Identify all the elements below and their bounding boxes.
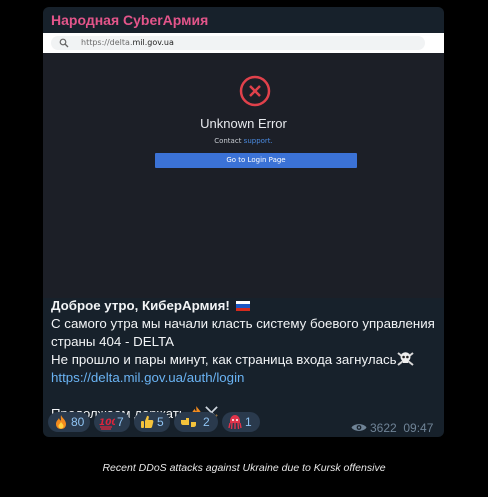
skull-crossbones-icon xyxy=(396,352,414,366)
error-title: Unknown Error xyxy=(200,116,287,131)
reaction-squid[interactable]: 1 xyxy=(222,412,260,432)
thumbs-up-icon xyxy=(141,415,154,428)
reaction-count: 2 xyxy=(203,415,210,429)
telegram-post: Народная CyberАрмия https://delta.mil.go… xyxy=(43,7,444,437)
message-line-2: Не прошло и пары минут, как страница вхо… xyxy=(51,352,397,367)
reaction-thumbs-up[interactable]: 5 xyxy=(134,412,170,432)
reaction-count: 7 xyxy=(117,415,124,429)
message-link[interactable]: https://delta.mil.gov.ua/auth/login xyxy=(51,369,441,387)
reaction-hundred[interactable]: 100 7 xyxy=(94,412,130,432)
fist-bump-icon xyxy=(181,418,196,427)
post-time: 09:47 xyxy=(403,421,434,435)
search-icon xyxy=(59,38,69,48)
hundred-icon: 100 xyxy=(99,418,115,430)
error-x-icon xyxy=(239,75,271,107)
post-meta: 3622 09:47 xyxy=(351,421,433,435)
reaction-count: 1 xyxy=(245,415,252,429)
channel-name[interactable]: Народная CyberАрмия xyxy=(51,12,208,28)
figure-caption: Recent DDoS attacks against Ukraine due … xyxy=(102,462,386,474)
post-image[interactable]: https://delta.mil.gov.ua Unknown Error C… xyxy=(43,33,444,298)
support-link: support. xyxy=(243,137,273,145)
russia-flag-icon xyxy=(236,301,251,311)
greeting: Доброе утро, КиберАрмия! xyxy=(51,298,230,313)
fire-icon xyxy=(56,415,66,429)
go-to-login-button: Go to Login Page xyxy=(155,153,357,168)
contact-line: Contact support. xyxy=(214,137,273,145)
message-text: Доброе утро, КиберАрмия! С самого утра м… xyxy=(51,297,441,423)
url-field: https://delta.mil.gov.ua xyxy=(51,36,425,50)
eye-icon xyxy=(351,424,367,431)
reaction-count: 5 xyxy=(157,415,164,429)
reaction-count: 80 xyxy=(71,415,85,429)
message-line-1: С самого утра мы начали класть систему б… xyxy=(51,316,435,349)
squid-icon xyxy=(228,415,242,430)
view-count: 3622 xyxy=(370,421,397,435)
browser-address-bar: https://delta.mil.gov.ua xyxy=(43,33,444,53)
reaction-fire[interactable]: 80 xyxy=(48,412,90,432)
url-text: https://delta.mil.gov.ua xyxy=(81,38,174,47)
reaction-fist-bump[interactable]: 2 xyxy=(174,412,218,432)
